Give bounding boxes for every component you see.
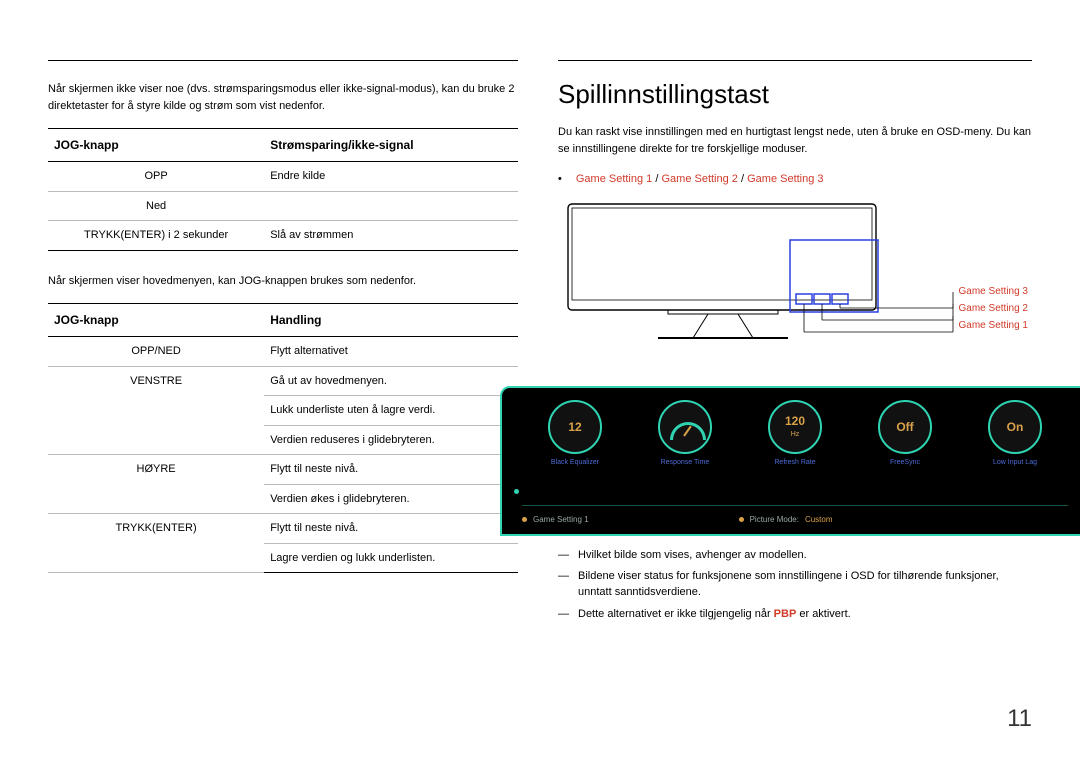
notes: ―Hvilket bilde som vises, avhenger av mo… <box>558 548 1032 624</box>
table-row: HØYREFlytt til neste nivå. <box>48 455 518 485</box>
note: ―Dette alternativet er ikke tilgjengelig… <box>558 607 1032 623</box>
osd-dial: 120HzRefresh Rate <box>760 400 830 469</box>
table-row: TRYKK(ENTER) i 2 sekunder Slå av strømme… <box>48 221 518 251</box>
page-number: 11 <box>1007 701 1032 737</box>
setting-2: Game Setting 2 <box>661 173 737 185</box>
setting-list: Game Setting 1 / Game Setting 2 / Game S… <box>558 171 1032 188</box>
table-row: OPP Endre kilde <box>48 162 518 192</box>
osd-dial: OnLow Input Lag <box>980 400 1050 469</box>
osd-dial: Response Time <box>650 400 720 469</box>
setting-3: Game Setting 3 <box>747 173 823 185</box>
osd-panel: 12Black Equalizer Response Time 120HzRefre… <box>500 386 1080 536</box>
table-mainmenu: JOG-knapp Handling OPP/NEDFlytt alternat… <box>48 303 518 573</box>
osd-status-2: Picture Mode: Custom <box>739 514 833 526</box>
th-mode: Strømsparing/ikke-signal <box>264 129 518 162</box>
intro-text-2: Når skjermen viser hovedmenyen, kan JOG-… <box>48 273 518 290</box>
th-action: Handling <box>264 304 518 337</box>
table-row: TRYKK(ENTER)Flytt til neste nivå. <box>48 514 518 544</box>
legend-2: Game Setting 2 <box>959 301 1028 316</box>
table-row: Ned <box>48 191 518 221</box>
legend-3: Game Setting 3 <box>959 284 1028 299</box>
table-powersave: JOG-knapp Strømsparing/ikke-signal OPP E… <box>48 128 518 251</box>
osd-dial: 12Black Equalizer <box>540 400 610 469</box>
note: ―Bildene viser status for funksjonene so… <box>558 569 1032 601</box>
th-jog: JOG-knapp <box>48 129 264 162</box>
setting-1: Game Setting 1 <box>576 173 652 185</box>
table-row: VENSTREGå ut av hovedmenyen. <box>48 366 518 396</box>
th-jog2: JOG-knapp <box>48 304 264 337</box>
note: ―Hvilket bilde som vises, avhenger av mo… <box>558 548 1032 564</box>
legend-1: Game Setting 1 <box>959 318 1028 333</box>
section-title: Spillinnstillingstast <box>558 60 1032 114</box>
section-desc: Du kan raskt vise innstillingen med en h… <box>558 124 1032 157</box>
osd-status-1: Game Setting 1 <box>522 514 589 526</box>
intro-text-1: Når skjermen ikke viser noe (dvs. strøms… <box>48 81 518 114</box>
osd-dial: OffFreeSync <box>870 400 940 469</box>
monitor-diagram: Game Setting 3 Game Setting 2 Game Setti… <box>558 198 1028 368</box>
table-row: OPP/NEDFlytt alternativet <box>48 337 518 367</box>
